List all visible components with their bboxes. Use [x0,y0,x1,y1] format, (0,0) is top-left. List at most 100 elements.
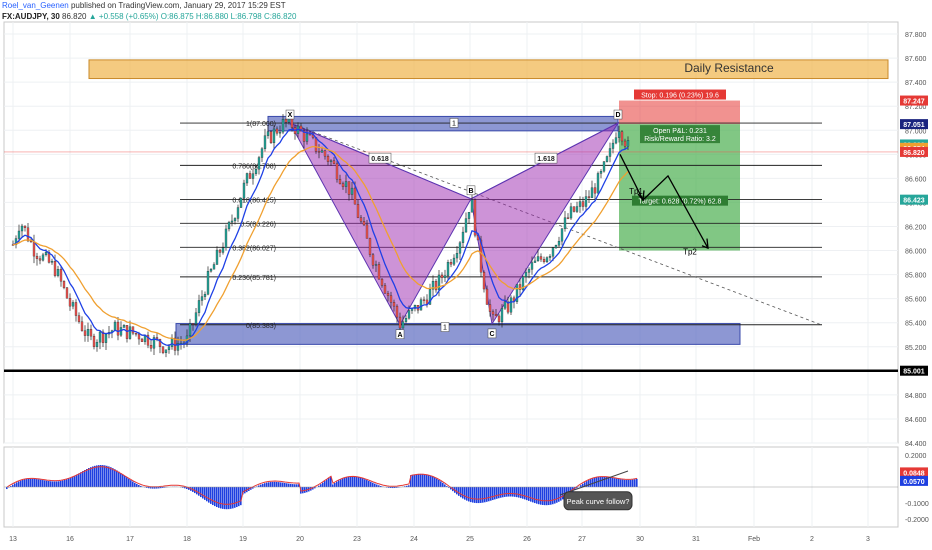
macd-bar [512,487,514,497]
macd-bar [626,479,628,487]
macd-bar [618,478,620,487]
macd-bar [588,480,590,487]
candle-body [116,321,120,336]
macd-bar [12,484,14,487]
candle-body [599,171,603,174]
macd-bar [624,479,626,487]
macd-bar [112,468,114,487]
candle-body [383,285,387,294]
macd-bar [522,487,524,499]
macd-bar [68,478,70,487]
pattern-point-label: D [615,112,620,119]
macd-bar [518,487,520,498]
macd-bar [632,479,634,487]
macd-bar [524,487,526,500]
candle-body [482,272,486,290]
macd-bar [602,476,604,487]
candle-body [41,254,45,261]
price-tick-label: 85.600 [905,297,927,304]
candle-body [572,206,576,212]
macd-bar [490,487,492,501]
candle-body [83,330,87,336]
macd-bar [72,476,74,487]
candle-body [326,155,330,162]
candle-body [575,206,579,212]
tp2-label: Tp2 [683,248,697,257]
candle-body [95,342,99,347]
candle-body [542,259,546,263]
macd-bar [370,481,372,487]
macd-bar [106,465,108,487]
candle-body [344,181,348,187]
macd-bar [508,487,510,497]
macd-bar [238,487,240,507]
macd-bar [322,482,324,487]
macd-bar [470,487,472,503]
candle-body [164,349,168,353]
macd-bar [124,475,126,487]
macd-tick-label: -0.1000 [905,501,929,508]
candle-body [212,264,216,270]
candle-body [449,262,453,265]
candle-body [602,161,606,172]
candle-body [539,256,543,260]
macd-bar [372,482,374,487]
macd-bar [46,480,48,487]
candle-body [263,135,267,149]
candle-body [557,240,561,246]
candle-body [494,313,498,317]
candle-body [440,274,444,278]
macd-bar [44,480,46,487]
resistance-label: Daily Resistance [684,61,774,75]
tp1-label: Tp1 [629,187,643,196]
macd-bar [426,474,428,487]
macd-bar [534,487,536,504]
candle-body [215,249,219,265]
macd-bar [78,473,80,487]
candle-body [26,227,30,242]
macd-bar [96,465,98,487]
macd-bar [52,481,54,487]
time-tick-label: Feb [748,536,760,543]
zone-label: 1 [443,325,447,332]
macd-bar [266,482,268,487]
price-marker-label: 86.423 [903,198,925,205]
candle-body [551,247,555,257]
macd-bar [492,487,494,501]
candle-body [194,312,198,324]
price-chart[interactable]: 87.80087.60087.40087.20087.00086.80086.6… [0,0,932,550]
fib-label: 0.786(86.708) [232,163,276,170]
macd-bar [506,487,508,497]
macd-bar [630,479,632,487]
candle-body [80,321,84,331]
macd-bar [260,484,262,487]
candle-body [350,187,354,195]
candle-body [569,206,573,219]
candle-body [620,131,624,142]
candle-body [485,288,489,305]
candle-body [65,287,69,299]
candle-body [626,140,630,147]
macd-bar [40,479,42,487]
macd-bar [48,481,50,487]
candle-body [323,150,327,157]
candle-body [239,197,243,208]
fib-label: 0.236(85.781) [232,275,276,282]
time-tick-label: 25 [466,536,474,543]
macd-bar [526,487,528,501]
macd-bar [430,475,432,487]
macd-bar [562,487,564,500]
candle-body [203,294,207,297]
macd-bar [414,474,416,487]
macd-bar [612,477,614,487]
ratio-label: 0.618 [371,156,389,163]
macd-bar [360,477,362,487]
macd-bar [278,482,280,487]
pattern-point-label: X [288,112,293,119]
candle-body [491,311,495,315]
macd-bar [122,474,124,487]
candle-body [59,269,63,282]
macd-bar [82,471,84,487]
price-marker-label: 87.247 [903,99,925,106]
candle-body [590,187,594,198]
